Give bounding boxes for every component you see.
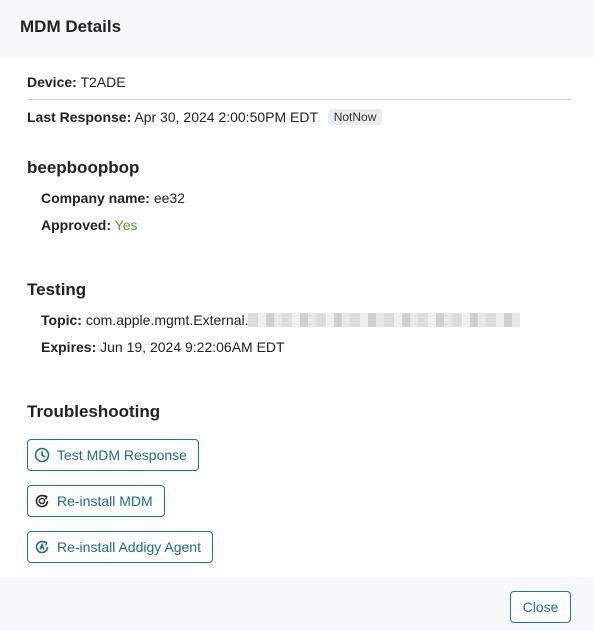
troubleshooting-title: Troubleshooting — [27, 402, 161, 421]
company-label: Company name: — [41, 190, 150, 206]
company-row: Company name: ee32 — [41, 190, 185, 206]
topic-value: com.apple.mgmt.External. — [85, 312, 249, 328]
approved-row: Approved: Yes — [41, 217, 137, 233]
expires-value: Jun 19, 2024 9:22:06AM EDT — [100, 339, 285, 355]
redacted-topic — [248, 313, 521, 327]
divider — [27, 99, 572, 100]
reinstall-agent-label: Re-install Addigy Agent — [57, 539, 201, 555]
expires-label: Expires: — [41, 339, 97, 355]
org-title: beepboopbop — [27, 158, 140, 177]
last-response-row: Last Response: Apr 30, 2024 2:00:50PM ED… — [27, 109, 383, 125]
company-value: ee32 — [153, 190, 185, 206]
device-value: T2ADE — [80, 74, 126, 90]
topic-row: Topic: com.apple.mgmt.External. — [41, 312, 521, 328]
test-mdm-response-button[interactable]: Test MDM Response — [27, 439, 199, 471]
last-response-value: Apr 30, 2024 2:00:50PM EDT — [134, 109, 318, 125]
expires-row: Expires: Jun 19, 2024 9:22:06AM EDT — [41, 339, 285, 355]
reinstall-agent-button[interactable]: Re-install Addigy Agent — [27, 531, 213, 563]
status-badge: NotNow — [327, 109, 383, 125]
topic-label: Topic: — [41, 312, 82, 328]
device-row: Device: T2ADE — [27, 74, 126, 90]
reinstall-agent-icon — [33, 538, 51, 556]
test-mdm-response-label: Test MDM Response — [57, 447, 187, 463]
last-response-label: Last Response: — [27, 109, 132, 125]
modal-title: MDM Details — [20, 17, 122, 36]
close-button[interactable]: Close — [510, 591, 571, 623]
reinstall-mdm-button[interactable]: Re-install MDM — [27, 485, 165, 517]
clock-icon — [33, 446, 51, 464]
reinstall-mdm-label: Re-install MDM — [57, 493, 153, 509]
modal-footer — [0, 577, 594, 631]
approved-label: Approved: — [41, 217, 111, 233]
device-label: Device: — [27, 74, 77, 90]
modal-header: MDM Details — [0, 0, 594, 57]
approved-value: Yes — [114, 217, 138, 233]
reinstall-icon — [33, 492, 51, 510]
testing-title: Testing — [27, 280, 87, 299]
